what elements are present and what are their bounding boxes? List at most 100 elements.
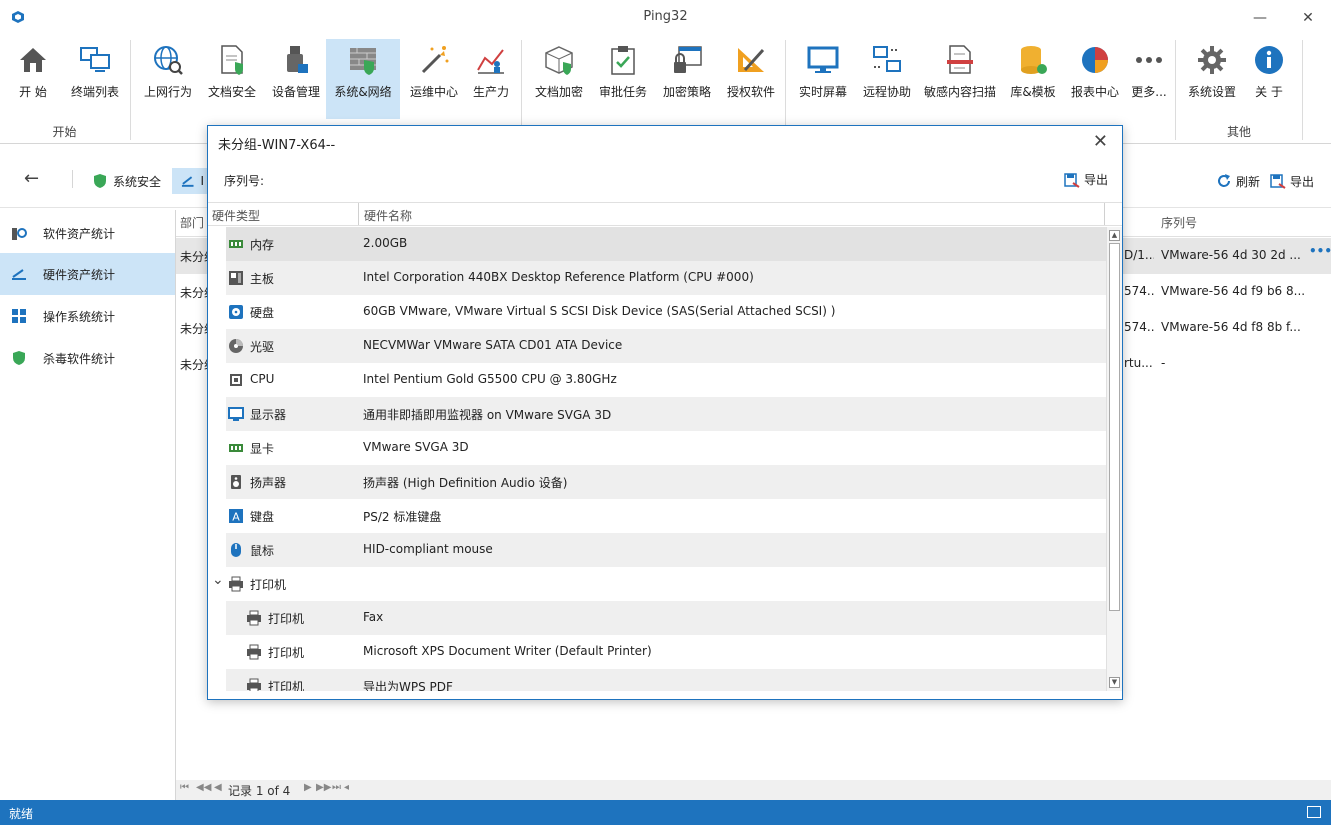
printer-icon (246, 644, 262, 660)
nav-item-os-stats[interactable]: 操作系统统计 (0, 295, 175, 337)
scroll-left-icon[interactable]: ◂ (344, 782, 349, 793)
tab-label: I (200, 174, 204, 188)
scroll-thumb[interactable] (1109, 243, 1120, 611)
nav-item-antivirus-stats[interactable]: 杀毒软件统计 (0, 337, 175, 379)
ribbon-system-settings-button[interactable]: 系统设置 (1182, 39, 1242, 119)
ribbon-label: 运维中心 (409, 85, 458, 99)
first-page-icon[interactable]: ⏮ (180, 782, 189, 793)
scroll-down-icon[interactable]: ▼ (1109, 677, 1120, 688)
hardware-row[interactable]: 打印机 Microsoft XPS Document Writer (Defaul… (226, 635, 1106, 669)
ribbon-label: 文档安全 (207, 85, 256, 99)
hardware-name: Intel Corporation 440BX Desktop Referenc… (363, 270, 754, 284)
next-page-icon[interactable]: ▶ (304, 782, 312, 793)
ribbon-report-center-button[interactable]: 报表中心 (1066, 39, 1124, 119)
ribbon-system-network-button[interactable]: 系统&网络 (326, 39, 400, 119)
ribbon-label: 终端列表 (70, 85, 119, 99)
ribbon-remote-assist-button[interactable]: 远程协助 (858, 39, 916, 119)
dialog-close-icon[interactable]: ✕ (1093, 131, 1108, 152)
scanner-icon (181, 176, 194, 187)
export-label: 导出 (1290, 174, 1315, 189)
hardware-row[interactable]: 鼠标 HID-compliant mouse (226, 533, 1106, 567)
back-arrow-icon[interactable]: ← (24, 168, 39, 189)
nav-item-hardware-assets[interactable]: 硬件资产统计 (0, 253, 175, 295)
usb-device-icon (279, 43, 313, 77)
prev-page-icon[interactable]: ◀ (214, 782, 222, 793)
ribbon-encrypt-policy-button[interactable]: 加密策略 (658, 39, 716, 119)
ribbon-label: 实时屏幕 (798, 85, 847, 99)
graphics-card-icon (228, 440, 244, 456)
ribbon-group-start: 开 始 终端列表 开始 (0, 36, 129, 144)
speaker-icon (228, 474, 244, 490)
magic-wand-icon (417, 43, 451, 77)
ribbon-ops-center-button[interactable]: 运维中心 (405, 39, 463, 119)
header-divider (1104, 203, 1105, 225)
hardware-type: 扬声器 (250, 476, 287, 490)
ribbon-label: 远程协助 (862, 85, 911, 99)
pencil-ruler-icon (734, 43, 768, 77)
ribbon-approval-task-button[interactable]: 审批任务 (594, 39, 652, 119)
hardware-row[interactable]: 扬声器 扬声器 (High Definition Audio 设备) (226, 465, 1106, 499)
printer-icon (246, 678, 262, 691)
scroll-up-icon[interactable]: ▲ (1109, 230, 1120, 241)
ribbon-productivity-button[interactable]: 生产力 (463, 39, 519, 119)
left-nav: 软件资产统计 硬件资产统计 操作系统统计 杀毒软件统计 (0, 210, 176, 800)
nav-item-software-assets[interactable]: 软件资产统计 (0, 212, 175, 254)
cell-id: D/1... (1124, 248, 1154, 262)
ribbon-doc-encrypt-button[interactable]: 文档加密 (530, 39, 588, 119)
antivirus-shield-icon (11, 350, 27, 366)
hardware-row[interactable]: 硬盘 60GB VMware, VMware Virtual S SCSI Dis… (226, 295, 1106, 329)
hardware-row[interactable]: CPU Intel Pentium Gold G5500 CPU @ 3.80GH… (226, 363, 1106, 397)
refresh-button[interactable]: 刷新 (1216, 168, 1260, 194)
dialog-export-button[interactable]: 导出 (1064, 171, 1108, 188)
cell-serial: VMware-56 4d f9 b6 8... (1161, 284, 1306, 298)
row-more-icon[interactable]: ••• (1309, 244, 1331, 258)
hardware-row[interactable]: A 键盘 PS/2 标准键盘 (226, 499, 1106, 533)
ribbon-more-button[interactable]: 更多... (1126, 39, 1172, 119)
hardware-name: 通用非即插即用监视器 on VMware SVGA 3D (363, 408, 612, 422)
hardware-row[interactable]: 打印机 Fax (226, 601, 1106, 635)
remote-desktop-icon (870, 43, 904, 77)
ribbon-library-template-button[interactable]: 库&模板 (1004, 39, 1062, 119)
hardware-row[interactable]: 打印机 导出为WPS PDF (226, 669, 1106, 691)
hardware-name: PS/2 标准键盘 (363, 510, 442, 524)
memory-icon (228, 236, 244, 252)
tab-hardware[interactable]: I (172, 168, 212, 194)
hardware-row[interactable]: 内存 2.00GB (226, 227, 1106, 261)
chevron-down-icon[interactable]: ⌄ (212, 572, 224, 588)
toolbar-separator (72, 170, 73, 188)
close-window-button[interactable]: ✕ (1296, 6, 1320, 30)
hardware-row[interactable]: ⌄ 打印机 (212, 567, 1106, 601)
ribbon-doc-security-button[interactable]: 文档安全 (203, 39, 261, 119)
hardware-row[interactable]: 主板 Intel Corporation 440BX Desktop Refere… (226, 261, 1106, 295)
ribbon-home-button[interactable]: 开 始 (8, 39, 58, 119)
ribbon-realtime-screen-button[interactable]: 实时屏幕 (794, 39, 852, 119)
export-button[interactable]: 导出 (1270, 168, 1314, 194)
prev-pages-icon[interactable]: ◀◀ (196, 782, 211, 793)
hardware-row[interactable]: 显卡 VMware SVGA 3D (226, 431, 1106, 465)
ribbon-group-other: 系统设置 关 于 其他 (1176, 36, 1302, 144)
globe-search-icon (151, 43, 185, 77)
windows-icon (11, 308, 27, 324)
ribbon-about-button[interactable]: 关 于 (1244, 39, 1294, 119)
minimize-button[interactable]: — (1248, 6, 1272, 30)
ribbon-terminal-list-button[interactable]: 终端列表 (66, 39, 124, 119)
tab-system-security[interactable]: 系统安全 (92, 168, 161, 194)
dialog-scrollbar[interactable]: ▲ ▼ (1106, 227, 1122, 691)
ribbon-device-mgmt-button[interactable]: 设备管理 (267, 39, 325, 119)
nav-label: 操作系统统计 (43, 309, 116, 324)
shield-icon (94, 174, 106, 188)
title-bar: Ping32 — ✕ (0, 0, 1331, 36)
ribbon-label: 系统&网络 (334, 85, 392, 99)
hardware-row[interactable]: 光驱 NECVMWar VMware SATA CD01 ATA Device (226, 329, 1106, 363)
ribbon-sensitive-scan-button[interactable]: 敏感内容扫描 (920, 39, 1000, 119)
last-page-icon[interactable]: ⏭ (332, 782, 341, 793)
ribbon-label: 关 于 (1255, 85, 1283, 99)
next-pages-icon[interactable]: ▶▶ (316, 782, 331, 793)
hardware-name: VMware SVGA 3D (363, 440, 469, 454)
dialog-export-label: 导出 (1083, 173, 1108, 187)
serial-label: 序列号: (224, 174, 265, 188)
hardware-row[interactable]: 显示器 通用非即插即用监视器 on VMware SVGA 3D (226, 397, 1106, 431)
keyboard-icon: A (228, 508, 244, 524)
ribbon-licensed-software-button[interactable]: 授权软件 (722, 39, 780, 119)
ribbon-web-behavior-button[interactable]: 上网行为 (139, 39, 197, 119)
